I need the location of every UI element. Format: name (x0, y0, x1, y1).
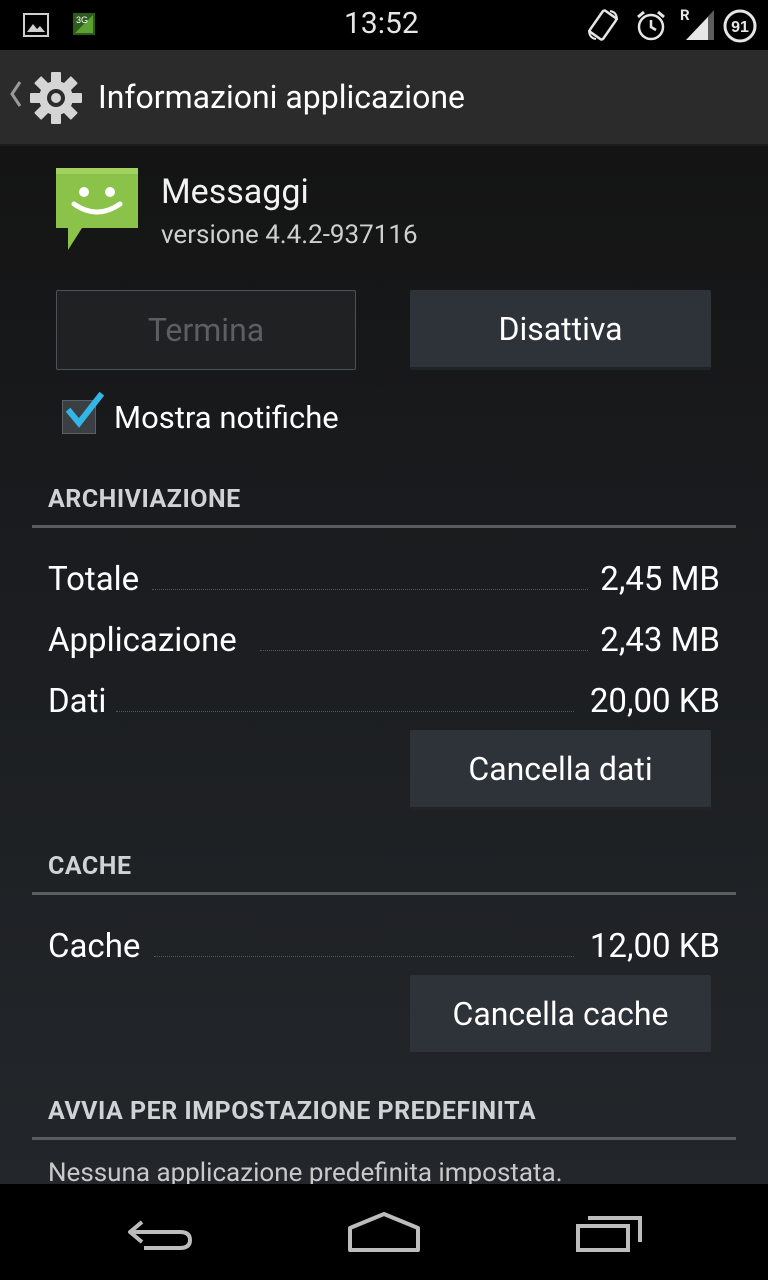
row-label: Dati (48, 682, 107, 721)
row-label: Totale (48, 560, 140, 599)
app-name: Messaggi (161, 172, 309, 212)
storage-divider (32, 525, 736, 528)
messaging-app-icon (56, 168, 138, 250)
row-leader-dots (152, 589, 588, 590)
checkmark-icon (65, 392, 105, 428)
row-leader-dots (154, 956, 574, 957)
force-stop-button[interactable]: Termina (56, 290, 356, 370)
no-default-app-text: Nessuna applicazione predefinita imposta… (48, 1158, 563, 1184)
row-leader-dots (116, 711, 574, 712)
svg-text:3G: 3G (76, 15, 88, 25)
rotate-icon (588, 9, 618, 41)
row-label: Applicazione (48, 621, 237, 660)
home-icon[interactable] (346, 1208, 422, 1256)
page-title: Informazioni applicazione (98, 78, 465, 116)
cache-divider (32, 892, 736, 895)
row-label: Cache (48, 927, 141, 966)
cache-section-header: CACHE (48, 852, 132, 881)
show-notifications-label[interactable]: Mostra notifiche (114, 399, 339, 436)
row-value: 20,00 KB (589, 682, 720, 721)
cache-row: Cache 12,00 KB (48, 917, 720, 963)
gallery-icon (23, 13, 49, 37)
status-bar: 3G 13:52 R 91 (0, 0, 768, 50)
storage-row-application: Applicazione 2,43 MB (48, 611, 720, 657)
status-time: 13:52 (344, 6, 419, 41)
up-caret-icon[interactable] (8, 74, 24, 114)
launch-default-divider (32, 1137, 736, 1140)
disable-button[interactable]: Disattiva (410, 290, 711, 370)
clear-data-button[interactable]: Cancella dati (410, 730, 711, 810)
signal-icon (686, 10, 714, 40)
navigation-bar (0, 1184, 768, 1280)
app-version: versione 4.4.2-937116 (161, 220, 418, 250)
launch-default-section-header: AVVIA PER IMPOSTAZIONE PREDEFINITA (48, 1097, 537, 1126)
storage-section-header: ARCHIVIAZIONE (48, 485, 241, 514)
screen: 3G 13:52 R 91 Informazioni applicazione … (0, 0, 768, 1280)
back-icon[interactable] (124, 1208, 196, 1256)
action-bar[interactable]: Informazioni applicazione (0, 50, 768, 146)
recent-apps-icon[interactable] (574, 1208, 646, 1256)
row-value: 2,45 MB (600, 560, 720, 599)
app-info-content[interactable]: Messaggi versione 4.4.2-937116 Termina D… (0, 146, 768, 1184)
network-3g-icon: 3G (73, 13, 95, 35)
storage-row-total: Totale 2,45 MB (48, 550, 720, 596)
battery-icon: 91 (723, 9, 757, 43)
svg-text:91: 91 (731, 19, 749, 36)
row-value: 2,43 MB (600, 621, 720, 660)
settings-gear-icon (30, 72, 82, 124)
clear-cache-button[interactable]: Cancella cache (410, 975, 711, 1055)
storage-row-data: Dati 20,00 KB (48, 672, 720, 718)
alarm-icon (637, 10, 665, 41)
row-value: 12,00 KB (589, 927, 720, 966)
row-leader-dots (260, 650, 588, 651)
